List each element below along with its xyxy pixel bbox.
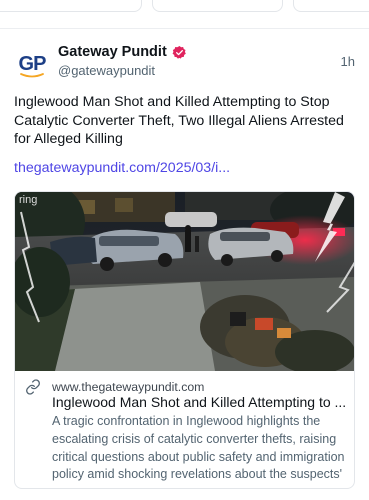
post-link[interactable]: thegatewaypundit.com/2025/03/i...	[14, 160, 354, 176]
author-row: Gateway Pundit	[58, 44, 187, 60]
doorbell-watermark: ring	[19, 194, 37, 206]
post-body: Inglewood Man Shot and Killed Attempting…	[14, 94, 344, 147]
link-icon	[26, 379, 40, 395]
night-street-doorbell-photo: ring	[15, 192, 354, 371]
link-description: A tragic confrontation in Inglewood high…	[52, 414, 345, 488]
link-preview-footer: www.thegatewaypundit.com Inglewood Man S…	[15, 371, 354, 488]
author-handle[interactable]: @gatewaypundit	[58, 63, 155, 78]
tab-active[interactable]	[152, 0, 283, 12]
post-timestamp[interactable]: 1h	[341, 54, 355, 69]
link-domain: www.thegatewaypundit.com	[52, 380, 205, 394]
tab[interactable]	[293, 0, 369, 12]
post-view: GP Gateway Pundit @gatewaypundit 1h Ingl…	[0, 0, 369, 500]
divider	[0, 28, 369, 29]
tab-strip	[0, 0, 369, 12]
verified-badge-icon	[172, 45, 186, 59]
link-preview-image: ring	[15, 192, 354, 371]
link-title[interactable]: Inglewood Man Shot and Killed Attempting…	[52, 394, 350, 410]
tab[interactable]	[0, 0, 142, 12]
author-name[interactable]: Gateway Pundit	[58, 44, 167, 60]
logo-swoosh-icon	[20, 73, 44, 78]
avatar[interactable]: GP	[14, 46, 50, 82]
link-preview-card[interactable]: ring www.thegatewaypundit.com Inglewood …	[14, 191, 355, 489]
